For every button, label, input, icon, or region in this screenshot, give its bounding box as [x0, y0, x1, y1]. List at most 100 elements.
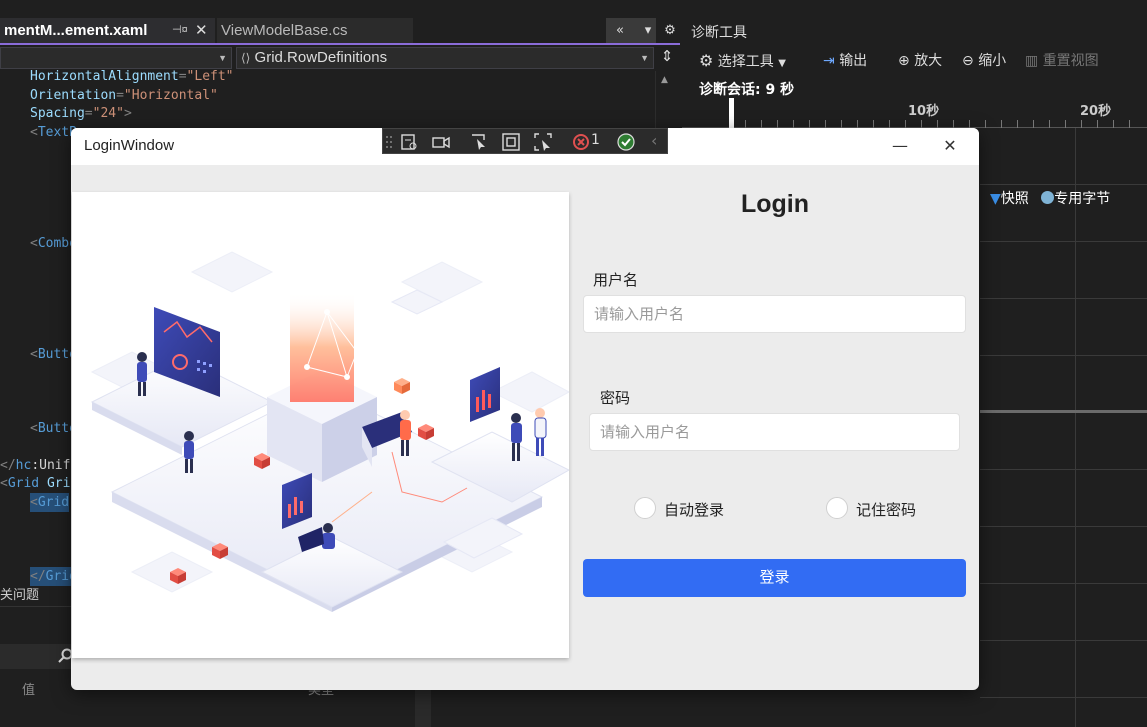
code-line[interactable]: Spacing="24"> — [30, 104, 132, 123]
username-input[interactable] — [583, 295, 966, 333]
zoom-in-icon: ⊕ — [898, 53, 910, 69]
remember-password-checkbox[interactable] — [826, 497, 848, 519]
code-line[interactable]: HorizontalAlignment="Left" — [30, 67, 234, 86]
code-line[interactable]: <Butto — [30, 345, 77, 364]
pin-icon[interactable]: ⊣¤ — [172, 18, 188, 43]
live-visual-tree-icon[interactable] — [399, 132, 419, 152]
code-token: Grid — [37, 494, 70, 510]
code-token: "Left" — [186, 69, 234, 84]
output-button[interactable]: ⇥ 输出 — [823, 50, 867, 72]
output-label: 输出 — [839, 53, 868, 69]
select-tool-label: 选择工具 — [717, 54, 774, 70]
xaml-debug-toolbar: 1 ‹ — [382, 128, 668, 154]
editor-tab-bar: mentM...ement.xaml ⊣¤ ✕ ViewModelBase.cs… — [0, 18, 684, 43]
code-token: = — [84, 106, 93, 121]
nav-member-dropdown[interactable]: ⟨⟩ Grid.RowDefinitions ▼ — [236, 47, 654, 69]
tab-xaml-file[interactable]: mentM...ement.xaml ⊣¤ ✕ — [0, 18, 215, 43]
code-line[interactable]: Orientation="Horizontal" — [30, 86, 218, 105]
tick-label-10: 10秒 — [908, 104, 940, 119]
binding-failure-count: 1 — [591, 132, 600, 148]
zoom-out-icon: ⊖ — [962, 53, 974, 69]
legend-snapshot: 快照 — [1000, 191, 1029, 207]
code-token: HorizontalAlignment — [30, 69, 179, 84]
code-token: < — [30, 124, 38, 140]
remember-password-label[interactable]: 记住密码 — [856, 499, 916, 520]
minimize-button[interactable]: — — [885, 131, 915, 161]
zoom-out-label: 缩小 — [978, 53, 1007, 69]
column-header-value: 值 — [22, 683, 36, 698]
collapse-icon[interactable]: ‹ — [651, 131, 657, 150]
login-illustration — [72, 192, 569, 658]
code-line[interactable]: <Grid — [30, 492, 70, 512]
code-token: Grid — [7, 476, 40, 491]
camera-icon[interactable] — [431, 132, 451, 152]
password-label: 密码 — [600, 389, 631, 407]
code-token: </ — [0, 457, 16, 473]
zoom-in-label: 放大 — [914, 53, 943, 69]
display-layout-adorners-icon[interactable] — [501, 132, 521, 152]
gear-icon[interactable]: ⚙ — [656, 18, 684, 43]
code-token: > — [123, 106, 132, 121]
legend-private-bytes: 专用字节 — [1054, 191, 1111, 207]
nav-member-label: Grid.RowDefinitions — [254, 49, 388, 66]
memory-legend: ▼快照 专用字节 — [990, 188, 1110, 208]
tab-overflow-button[interactable]: « — [606, 18, 634, 43]
code-token: "Horizontal" — [123, 87, 218, 103]
code-token: < — [30, 420, 38, 436]
timeline-marker[interactable] — [729, 98, 734, 128]
zoom-in-button[interactable]: ⊕ 放大 — [898, 50, 942, 72]
nav-type-dropdown[interactable]: ▼ — [0, 47, 232, 69]
tab-underline — [0, 43, 680, 45]
scroll-up-icon[interactable]: ▲ — [661, 75, 668, 85]
timeline-ticks — [745, 120, 1145, 128]
tick-label-20: 20秒 — [1080, 104, 1112, 119]
code-token: < — [30, 494, 38, 510]
chevron-down-icon: ▼ — [218, 53, 227, 63]
diag-session: 诊断会话: 9 秒 — [699, 82, 795, 98]
snapshot-icon: ▼ — [990, 191, 1001, 207]
password-input[interactable] — [589, 413, 960, 451]
code-token: "24" — [92, 106, 124, 121]
window-titlebar[interactable]: LoginWindow 1 ‹ — ✕ — [71, 128, 979, 165]
gear-icon: ⚙ — [699, 51, 714, 70]
code-token: </ — [30, 568, 46, 584]
code-line[interactable]: </hc:Unifo — [0, 456, 78, 475]
track-focus-icon[interactable] — [533, 132, 553, 152]
window-title: LoginWindow — [84, 137, 175, 154]
auto-login-checkbox[interactable] — [634, 497, 656, 519]
close-button[interactable]: ✕ — [935, 131, 965, 161]
select-element-icon[interactable] — [469, 132, 489, 152]
code-line[interactable]: </Grid — [30, 566, 77, 586]
export-icon: ⇥ — [823, 53, 835, 69]
diag-toolbar: ⚙ 选择工具 ▼ ⇥ 输出 ⊕ 放大 ⊖ 缩小 ▥ 重置视图 — [691, 48, 1147, 74]
tab-label: ViewModelBase.cs — [221, 22, 348, 39]
tab-viewmodelbase[interactable]: ViewModelBase.cs — [217, 18, 413, 43]
auto-login-label[interactable]: 自动登录 — [664, 499, 724, 520]
code-token: < — [30, 235, 38, 251]
login-window: LoginWindow 1 ‹ — ✕ Login 用户名 请输入用户名 密码 … — [71, 128, 979, 690]
code-token: = — [178, 69, 187, 84]
private-bytes-icon — [1041, 191, 1055, 204]
login-button[interactable]: 登录 — [583, 559, 966, 597]
diag-title: 诊断工具 — [691, 25, 747, 41]
code-token: = — [116, 87, 124, 103]
graph-separator — [980, 410, 1147, 413]
code-token: Spacing — [30, 106, 85, 121]
username-label: 用户名 — [593, 271, 639, 289]
close-icon[interactable]: ✕ — [195, 18, 208, 43]
reset-view-button[interactable]: ▥ 重置视图 — [1025, 50, 1099, 72]
zoom-out-button[interactable]: ⊖ 缩小 — [962, 50, 1006, 72]
code-line[interactable]: <Combo — [30, 234, 77, 253]
code-token: < — [30, 346, 38, 362]
select-tool-button[interactable]: ⚙ 选择工具 ▼ — [699, 50, 786, 75]
code-token: < — [0, 476, 8, 491]
properties-search[interactable] — [0, 644, 80, 669]
code-token: Orientation — [30, 87, 117, 103]
check-icon[interactable] — [616, 132, 636, 152]
grip-icon[interactable] — [385, 132, 393, 152]
code-line[interactable]: <Grid Grid — [0, 474, 78, 493]
split-icon[interactable]: ⇕ — [656, 47, 678, 69]
binding-failures-icon[interactable] — [571, 132, 591, 152]
code-line[interactable]: <Butto — [30, 419, 77, 438]
